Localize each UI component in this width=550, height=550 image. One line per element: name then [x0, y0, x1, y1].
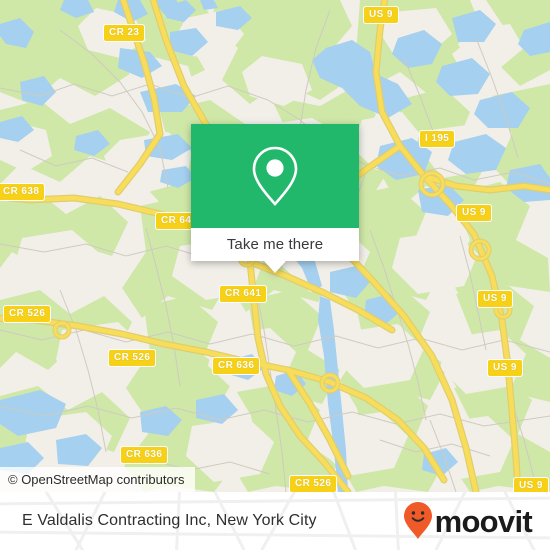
road-shield: CR 636	[212, 357, 261, 375]
map-screenshot: CR 23 US 9I 195 US 9 CR 638 CR 64 CR 641 US 9C…	[0, 0, 550, 550]
road-shield: CR 526	[289, 475, 338, 492]
road-shield: CR 641	[219, 285, 268, 303]
road-shield: US 9	[363, 6, 399, 24]
map-attribution[interactable]: © OpenStreetMap contributors	[0, 467, 195, 492]
road-shield: CR 636	[120, 446, 169, 464]
take-me-there-button[interactable]: Take me there	[191, 228, 359, 273]
footer-bar: E Valdalis Contracting Inc, New York Cit…	[0, 492, 550, 550]
location-popup-card[interactable]: Take me there	[191, 124, 359, 273]
road-shield: US 9	[477, 290, 513, 308]
moovit-logo[interactable]: moovit	[403, 492, 533, 550]
road-shield: US 9	[487, 359, 523, 377]
location-title: E Valdalis Contracting Inc, New York Cit…	[22, 512, 317, 529]
road-shield: CR 526	[3, 305, 52, 323]
moovit-wordmark: moovit	[434, 503, 533, 539]
road-shield: CR 526	[108, 349, 157, 367]
popup-card-header	[191, 124, 359, 228]
road-shield: US 9	[456, 204, 492, 222]
road-shield: CR 23	[103, 24, 146, 42]
location-pin-icon	[252, 146, 298, 206]
road-shield: US 9	[513, 477, 549, 492]
moovit-smile-pin-icon	[403, 502, 432, 539]
road-shield: I 195	[419, 130, 456, 148]
take-me-there-label: Take me there	[226, 236, 324, 253]
popup-card-tail	[264, 261, 286, 273]
road-shield: CR 638	[0, 183, 46, 201]
